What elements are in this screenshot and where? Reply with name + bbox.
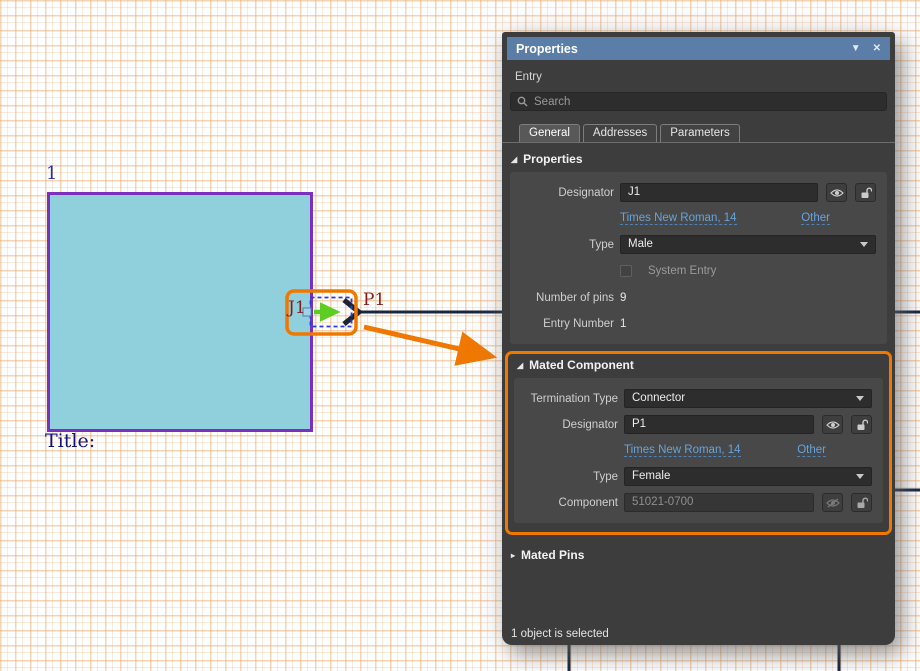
callout-arrow xyxy=(364,327,490,356)
visibility-button[interactable] xyxy=(826,183,847,202)
lock-icon xyxy=(856,497,868,509)
tab-general[interactable]: General xyxy=(519,124,580,142)
search-placeholder: Search xyxy=(534,96,570,108)
lock-button[interactable] xyxy=(851,415,872,434)
mated-type-dropdown[interactable]: Female xyxy=(624,467,872,486)
close-icon[interactable]: ✕ xyxy=(873,43,881,54)
chevron-down-icon xyxy=(860,242,868,247)
number-of-pins-value: 9 xyxy=(620,292,626,304)
designator-input[interactable]: J1 xyxy=(620,183,818,202)
visibility-disabled-button xyxy=(822,493,843,512)
termination-type-label: Termination Type xyxy=(514,393,618,405)
sheet-title-label: Title: xyxy=(45,430,95,452)
panel-header[interactable]: Properties ▼ ✕ xyxy=(507,37,890,60)
type-label: Type xyxy=(514,471,618,483)
mated-designator-label: P1 xyxy=(363,290,385,310)
panel-subtitle: Entry xyxy=(515,71,895,83)
search-icon xyxy=(517,96,528,107)
number-of-pins-label: Number of pins xyxy=(510,292,614,304)
eye-icon xyxy=(826,420,840,430)
mated-component-highlight: ◢ Mated Component Termination Type Conne… xyxy=(505,351,892,535)
section-header-mated-pins[interactable]: ▸ Mated Pins xyxy=(502,539,895,566)
section-header-properties[interactable]: ◢ Properties xyxy=(502,143,895,170)
sheet-number-label: 1 xyxy=(46,163,57,184)
visibility-button[interactable] xyxy=(822,415,843,434)
lock-icon xyxy=(860,187,872,199)
lock-icon xyxy=(856,419,868,431)
system-entry-label: System Entry xyxy=(648,265,716,277)
tab-parameters[interactable]: Parameters xyxy=(660,124,739,142)
component-label: Component xyxy=(514,497,618,509)
entry-number-label: Entry Number xyxy=(510,318,614,330)
chevron-down-icon xyxy=(856,396,864,401)
properties-group: Designator J1 xyxy=(510,172,887,344)
font-link[interactable]: Times New Roman, 14 xyxy=(620,212,737,225)
section-header-mated-component[interactable]: ◢ Mated Component xyxy=(508,354,889,376)
panel-menu-icon[interactable]: ▼ xyxy=(851,43,861,54)
chevron-down-icon xyxy=(856,474,864,479)
expand-icon: ▸ xyxy=(511,551,515,560)
panel-title: Properties xyxy=(516,42,578,56)
mated-component-group: Termination Type Connector Designator P1 xyxy=(514,378,883,523)
eye-icon xyxy=(830,188,844,198)
search-input[interactable]: Search xyxy=(510,92,887,111)
entry-designator-label: J1 xyxy=(288,298,306,318)
system-entry-checkbox xyxy=(620,265,632,277)
eye-slash-icon xyxy=(826,498,840,508)
termination-type-dropdown[interactable]: Connector xyxy=(624,389,872,408)
component-input: 51021-0700 xyxy=(624,493,814,512)
tab-addresses[interactable]: Addresses xyxy=(583,124,657,142)
designator-label: Designator xyxy=(510,187,614,199)
entry-arrow-icon[interactable] xyxy=(344,300,359,324)
collapse-icon: ◢ xyxy=(511,155,517,164)
tab-bar: General Addresses Parameters xyxy=(502,124,895,143)
type-label: Type xyxy=(510,239,614,251)
status-text: 1 object is selected xyxy=(511,628,609,640)
lock-button[interactable] xyxy=(851,493,872,512)
other-link[interactable]: Other xyxy=(801,212,830,225)
selection-box xyxy=(311,298,352,327)
lock-button[interactable] xyxy=(855,183,876,202)
other-link[interactable]: Other xyxy=(797,444,826,457)
font-link[interactable]: Times New Roman, 14 xyxy=(624,444,741,457)
mated-designator-input[interactable]: P1 xyxy=(624,415,814,434)
schematic-canvas[interactable]: 1 Title: J1 P1 Properties ▼ xyxy=(0,0,920,671)
entry-number-value: 1 xyxy=(620,318,626,330)
collapse-icon: ◢ xyxy=(517,361,523,370)
designator-label: Designator xyxy=(514,419,618,431)
sheet-symbol[interactable] xyxy=(47,192,313,432)
properties-panel: Properties ▼ ✕ Entry Search General Addr… xyxy=(502,32,895,645)
type-dropdown[interactable]: Male xyxy=(620,235,876,254)
